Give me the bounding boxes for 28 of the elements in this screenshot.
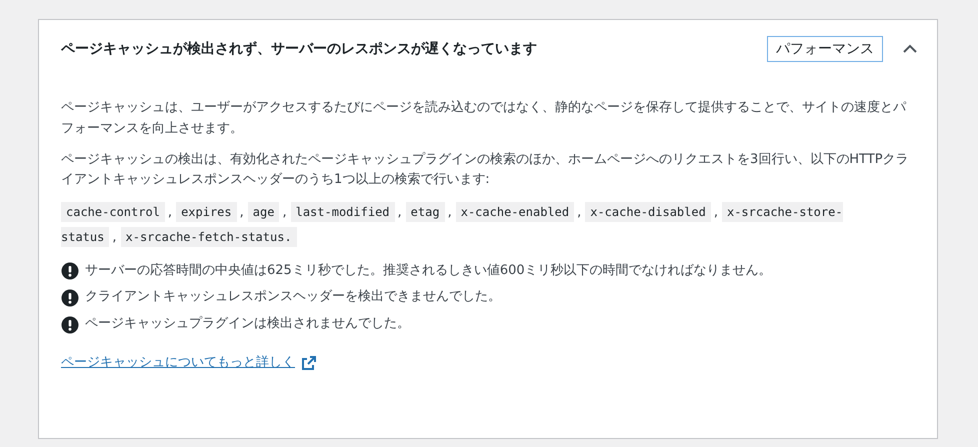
- separator-text: ,: [282, 205, 287, 220]
- separator-text: ,: [577, 205, 582, 220]
- warning-icon: [61, 316, 79, 334]
- separator-text: ,: [168, 205, 172, 220]
- category-badge: パフォーマンス: [767, 36, 883, 62]
- warning-icon: [61, 288, 79, 307]
- header-code: x-cache-enabled: [456, 202, 574, 222]
- separator-text: ,: [398, 205, 402, 220]
- warning-icon: [61, 262, 79, 280]
- warning-text: クライアントキャッシュレスポンスヘッダーを検出できませんでした。: [85, 288, 501, 306]
- header-code: cache-control: [61, 202, 165, 222]
- learn-more-link[interactable]: ページキャッシュについてもっと詳しく: [61, 352, 317, 374]
- description-text: ページキャッシュの検出は、有効化されたページキャッシュプラグインの検索のほか、ホームページへのリクエストを3回行い、以下のHTTPクライアントキャッシュレスポンスヘッダーのうち1つ以上の検索で行います:: [61, 150, 910, 190]
- separator-text: ,: [714, 205, 718, 220]
- description-text: ページキャッシュは、ユーザーがアクセスするたびにページを読み込むのではなく、静的なページを保存して提供することで、サイトの速度とパフォーマンスを向上させます。: [61, 99, 908, 138]
- header-code: expires: [176, 202, 237, 222]
- header-code: x-cache-disabled: [585, 202, 711, 222]
- separator-text: ,: [112, 230, 116, 245]
- header-code: x-srcache-fetch-status.: [120, 226, 297, 247]
- header-code: last-modified: [290, 202, 395, 222]
- header-code: etag: [406, 202, 445, 222]
- panel-title: ページキャッシュが検出されず、サーバーのレスポンスが遅くなっています: [61, 40, 538, 58]
- header-code: age: [248, 202, 280, 222]
- external-link-icon: [301, 355, 317, 372]
- warning-text: サーバーの応答時間の中央値は625ミリ秒でした。推奨されるしきい値600ミリ秒以下の時間でなければなりません。: [85, 262, 772, 280]
- warning-text: ページキャッシュプラグインは検出されませんでした。: [85, 315, 410, 334]
- separator-text: ,: [240, 205, 244, 220]
- separator-text: ,: [448, 205, 452, 220]
